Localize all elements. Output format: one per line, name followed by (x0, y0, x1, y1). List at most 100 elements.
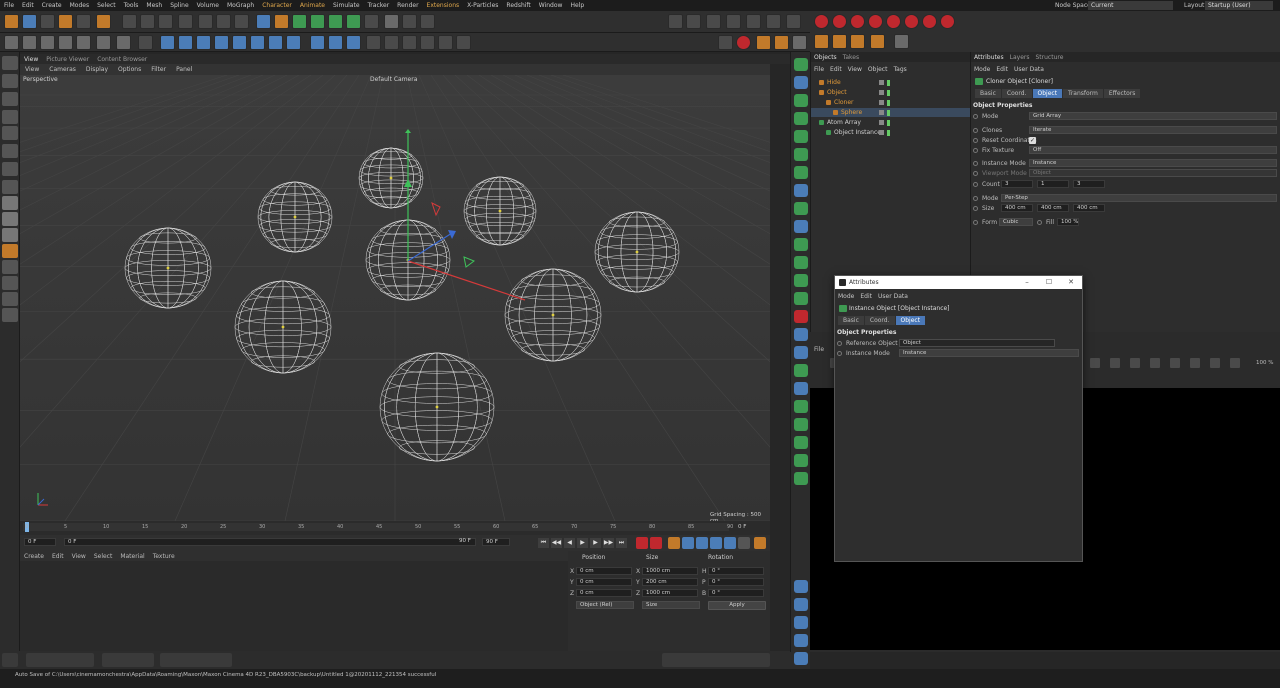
tb-24-icon[interactable] (686, 14, 701, 29)
palette-20-icon[interactable] (794, 418, 808, 431)
palette-2-icon[interactable] (794, 94, 808, 107)
viewport-menu-options[interactable]: Options (113, 66, 146, 73)
tb-20-icon[interactable] (384, 14, 399, 29)
viewport-menu-filter[interactable]: Filter (146, 66, 171, 73)
render-7-icon[interactable] (940, 14, 955, 29)
clones-dropdown[interactable]: Iterate (1029, 126, 1277, 134)
tb2-18-icon[interactable] (346, 35, 361, 50)
prev-frame-icon[interactable]: ◀ (564, 538, 575, 548)
object-row-object[interactable]: Object (811, 88, 971, 97)
play-icon[interactable]: ▶ (577, 538, 588, 548)
objects-tab-takes[interactable]: Takes (840, 54, 862, 61)
mode-tool-15-icon[interactable] (2, 308, 18, 322)
menu-character[interactable]: Character (258, 2, 296, 9)
tb2-5-icon[interactable] (96, 35, 111, 50)
extra-palette-1-icon[interactable] (794, 598, 808, 611)
tb2-15-icon[interactable] (286, 35, 301, 50)
reference-object-field[interactable]: Object (899, 339, 1055, 347)
tb2-20-icon[interactable] (384, 35, 399, 50)
start-frame-field[interactable]: 0 F (24, 538, 56, 546)
key-tool-2-icon[interactable] (668, 537, 680, 549)
viewport-menu-display[interactable]: Display (81, 66, 113, 73)
menu-render[interactable]: Render (393, 2, 422, 9)
menu-tracker[interactable]: Tracker (364, 2, 394, 9)
form-dropdown[interactable]: Cubic (999, 218, 1033, 226)
viewport-menu-cameras[interactable]: Cameras (44, 66, 81, 73)
mode-tool-4-icon[interactable] (2, 126, 18, 140)
minimize-icon[interactable]: – (1017, 276, 1037, 289)
tb-13-icon[interactable] (256, 14, 271, 29)
tb-27-icon[interactable] (746, 14, 761, 29)
apply-button[interactable]: Apply (708, 601, 766, 610)
rotation-b-field[interactable]: 0 ° (708, 589, 764, 597)
tb2-10-icon[interactable] (196, 35, 211, 50)
palette-14-icon[interactable] (794, 310, 808, 323)
position-z-field[interactable]: 0 cm (576, 589, 632, 597)
count-y-field[interactable]: 1 (1037, 180, 1069, 188)
tb-2-icon[interactable] (40, 14, 55, 29)
visibility-dots-icon[interactable] (887, 79, 890, 86)
right-lower-file-menu[interactable]: File (814, 346, 824, 353)
menu-simulate[interactable]: Simulate (329, 2, 364, 9)
clones-radio[interactable] (973, 128, 978, 133)
next-frame-icon[interactable]: ▶ (590, 538, 601, 548)
tb-17-icon[interactable] (328, 14, 343, 29)
tb2-1-icon[interactable] (22, 35, 37, 50)
tb2-7-icon[interactable] (138, 35, 153, 50)
tb-15-icon[interactable] (292, 14, 307, 29)
menu-edit[interactable]: Edit (18, 2, 38, 9)
viewport[interactable]: Perspective Default Camera Grid Spacing … (20, 75, 770, 521)
attributes-menu-edit[interactable]: Edit (993, 66, 1011, 73)
next-key-icon[interactable]: ▶▶ (603, 538, 614, 548)
tb-28-icon[interactable] (766, 14, 781, 29)
tb2-4-icon[interactable] (76, 35, 91, 50)
objects-menu-edit[interactable]: Edit (827, 66, 845, 73)
fill-radio[interactable] (1037, 220, 1042, 225)
material-manager[interactable] (20, 561, 568, 651)
visibility-dots-icon[interactable] (887, 99, 890, 106)
last-frame-icon[interactable]: ⏭ (616, 538, 627, 548)
tb2-17-icon[interactable] (328, 35, 343, 50)
objects-menu-object[interactable]: Object (865, 66, 891, 73)
max-frame-field[interactable]: 90 F (482, 538, 510, 546)
palette-4-icon[interactable] (794, 130, 808, 143)
tb-25-icon[interactable] (706, 14, 721, 29)
mode-tool-10-icon[interactable] (2, 228, 18, 242)
tb2-14-icon[interactable] (268, 35, 283, 50)
attr-subtab-effectors[interactable]: Effectors (1103, 89, 1141, 98)
attributes-menu-mode[interactable]: Mode (971, 66, 993, 73)
material-menu-select[interactable]: Select (90, 553, 117, 560)
tb2-28-icon[interactable] (774, 35, 789, 50)
count-z-field[interactable]: 3 (1073, 180, 1105, 188)
attributes-tab-attributes[interactable]: Attributes (971, 54, 1007, 61)
render-2-icon[interactable] (850, 14, 865, 29)
mode-tool-12-icon[interactable] (2, 260, 18, 274)
layout-dropdown[interactable]: Startup (User) (1205, 1, 1273, 10)
mode-tool-13-icon[interactable] (2, 276, 18, 290)
visibility-dots-icon[interactable] (887, 109, 890, 116)
tb2-16-icon[interactable] (310, 35, 325, 50)
extra-palette-0-icon[interactable] (794, 580, 808, 593)
menu-x-particles[interactable]: X-Particles (463, 2, 502, 9)
menu-tools[interactable]: Tools (120, 2, 143, 9)
palette-18-icon[interactable] (794, 382, 808, 395)
menu-modes[interactable]: Modes (66, 2, 93, 9)
instance-mode-dropdown[interactable]: Instance (1029, 159, 1277, 167)
palette-8-icon[interactable] (794, 202, 808, 215)
tb-5-icon[interactable] (96, 14, 111, 29)
palette-7-icon[interactable] (794, 184, 808, 197)
bottom-tool-group-4[interactable] (662, 653, 770, 667)
mode-tool-11-icon[interactable] (2, 244, 18, 258)
size-x-field[interactable]: 1000 cm (642, 567, 698, 575)
palette-13-icon[interactable] (794, 292, 808, 305)
bottom-tool-group-0[interactable] (2, 653, 18, 667)
attr-subtab-coord[interactable]: Coord. (1001, 89, 1032, 98)
step-mode-dropdown[interactable]: Per-Step (1001, 194, 1277, 202)
float-menu-edit[interactable]: Edit (857, 293, 875, 300)
position-y-field[interactable]: 0 cm (576, 578, 632, 586)
object-row-cloner[interactable]: Cloner (811, 98, 971, 107)
tb-10-icon[interactable] (198, 14, 213, 29)
mode-tool-5-icon[interactable] (2, 144, 18, 158)
tb-3-icon[interactable] (58, 14, 73, 29)
current-frame-field[interactable]: 0 F (64, 538, 476, 546)
